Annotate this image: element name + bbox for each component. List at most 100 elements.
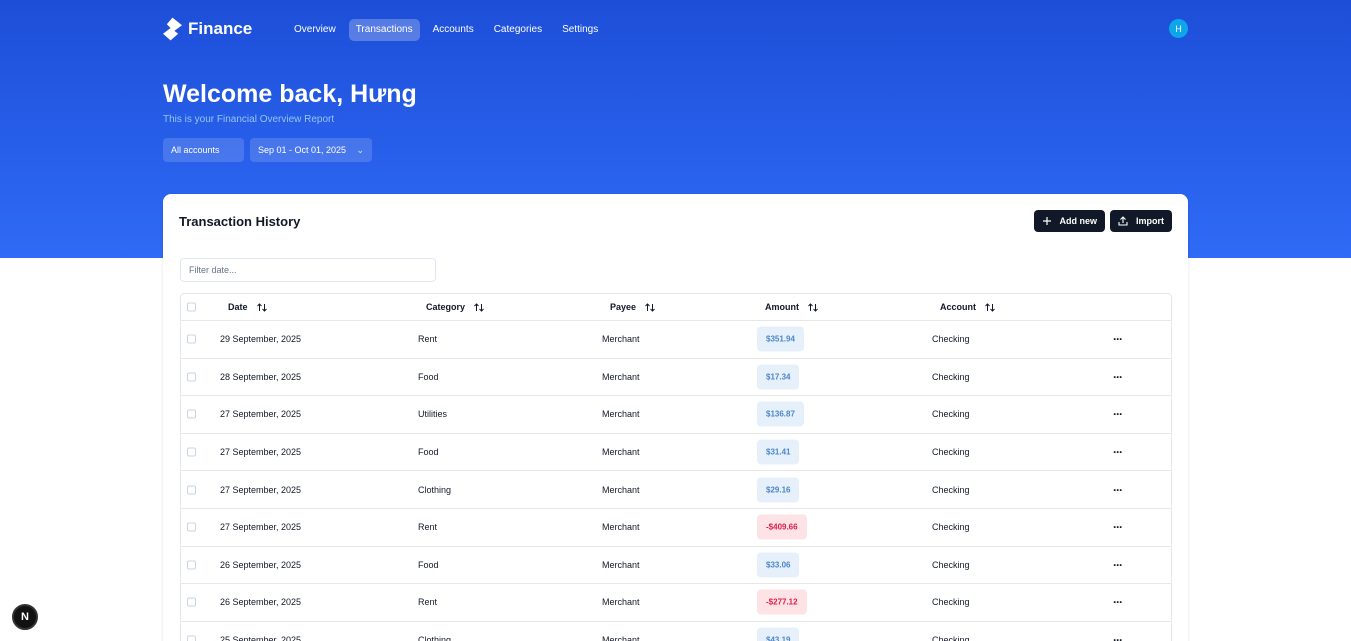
amount-badge: $17.34 [757,364,800,390]
more-actions-icon[interactable]: ··· [1113,483,1123,497]
more-actions-icon[interactable]: ··· [1113,520,1123,534]
transactions-table: Date Category Payee Amount Account 29 Se… [180,293,1172,641]
app-logo[interactable]: Finance [163,17,252,41]
date-cell: 26 September, 2025 [220,559,302,570]
top-nav: Finance Overview Transactions Accounts C… [163,16,1188,44]
account-cell: Checking [932,635,970,641]
select-all-checkbox[interactable] [187,302,196,312]
row-checkbox[interactable] [187,522,196,532]
date-range-picker[interactable]: Sep 01 - Oct 01, 2025 ⌄ [250,138,372,162]
category-cell: Clothing [418,484,452,495]
card-title: Transaction History [179,214,301,229]
filter-date-input[interactable] [180,258,436,282]
plus-icon [1042,217,1051,225]
category-cell: Rent [418,597,438,608]
account-column-header[interactable]: Account [940,302,995,312]
category-cell: Food [418,559,439,570]
amount-badge: $351.94 [757,326,804,352]
category-cell: Clothing [418,635,452,641]
column-header-label: Payee [610,302,637,312]
category-cell: Rent [418,334,438,345]
table-row[interactable]: 26 September, 2025 Food Merchant $33.06 Chec… [181,547,1171,585]
amount-badge: $33.06 [757,552,800,578]
date-cell: 28 September, 2025 [220,371,302,382]
row-checkbox[interactable] [187,597,196,607]
table-row[interactable]: 27 September, 2025 Food Merchant $31.41 Chec… [181,434,1171,472]
main-menu: Overview Transactions Accounts Categorie… [287,19,605,41]
table-row[interactable]: 26 September, 2025 Rent Merchant -$277.12 Ch… [181,584,1171,622]
account-cell: Checking [932,559,970,570]
amount-badge: $43.19 [757,627,800,641]
column-header-label: Date [228,302,248,312]
date-cell: 29 September, 2025 [220,334,302,345]
account-cell: Checking [932,447,970,458]
column-header-label: Category [426,302,466,312]
amount-cell: $17.34 [757,364,800,390]
account-select[interactable]: All accounts [163,138,244,162]
account-select-value: All accounts [171,145,220,155]
payee-column-header[interactable]: Payee [610,302,655,312]
payee-cell: Merchant [602,522,640,533]
row-checkbox[interactable] [187,635,196,641]
amount-cell: -$409.66 [757,514,807,540]
column-header-label: Amount [765,302,799,312]
amount-badge: -$277.12 [757,589,807,615]
date-column-header[interactable]: Date [228,302,267,312]
payee-cell: Merchant [602,371,640,382]
category-cell: Rent [418,522,438,533]
more-actions-icon[interactable]: ··· [1113,407,1123,421]
account-cell: Checking [932,597,970,608]
row-checkbox[interactable] [187,372,196,382]
more-actions-icon[interactable]: ··· [1113,558,1123,572]
column-header-label: Account [940,302,976,312]
amount-column-header[interactable]: Amount [765,302,818,312]
date-cell: 27 September, 2025 [220,409,302,420]
table-row[interactable]: 29 September, 2025 Rent Merchant $351.94 Che… [181,321,1171,359]
card-actions: Add new Import [1033,210,1172,232]
chevron-down-icon: ⌄ [356,144,364,155]
row-checkbox[interactable] [187,334,196,344]
more-actions-icon[interactable]: ··· [1113,445,1123,459]
nav-accounts[interactable]: Accounts [426,19,481,41]
sort-icon [985,302,995,312]
more-actions-icon[interactable]: ··· [1113,332,1123,346]
more-actions-icon[interactable]: ··· [1113,370,1123,384]
category-column-header[interactable]: Category [426,302,484,312]
nav-transactions[interactable]: Transactions [348,19,420,41]
sort-icon [645,302,655,312]
add-new-label: Add new [1059,216,1098,226]
date-cell: 27 September, 2025 [220,484,302,495]
nav-overview[interactable]: Overview [287,19,343,41]
report-filters: All accounts Sep 01 - Oct 01, 2025 ⌄ [163,138,372,162]
payee-cell: Merchant [602,597,640,608]
date-cell: 25 September, 2025 [220,635,302,641]
import-label: Import [1136,216,1164,226]
date-cell: 27 September, 2025 [220,522,302,533]
transaction-history-card: Transaction History Add new Import Date … [163,194,1188,641]
table-row[interactable]: 25 September, 2025 Clothing Merchant $43.19… [181,622,1171,641]
finance-logo-icon [163,17,182,41]
import-button[interactable]: Import [1110,210,1172,232]
add-new-button[interactable]: Add new [1033,210,1105,232]
more-actions-icon[interactable]: ··· [1113,595,1123,609]
row-checkbox[interactable] [187,560,196,570]
category-cell: Food [418,371,439,382]
nav-categories[interactable]: Categories [487,19,549,41]
row-checkbox[interactable] [187,447,196,457]
nav-settings[interactable]: Settings [555,19,605,41]
category-cell: Food [418,447,439,458]
overview-subtitle: This is your Financial Overview Report [163,114,335,125]
table-row[interactable]: 28 September, 2025 Food Merchant $17.34 Chec… [181,359,1171,397]
row-checkbox[interactable] [187,485,196,495]
more-actions-icon[interactable]: ··· [1113,633,1123,641]
user-avatar[interactable]: H [1169,19,1188,38]
amount-cell: -$277.12 [757,589,807,615]
app-name: Finance [188,19,253,38]
account-cell: Checking [932,334,970,345]
table-row[interactable]: 27 September, 2025 Clothing Merchant $29.16… [181,471,1171,509]
row-checkbox[interactable] [187,409,196,419]
sort-icon [256,302,267,312]
table-row[interactable]: 27 September, 2025 Rent Merchant -$409.66 Ch… [181,509,1171,547]
table-row[interactable]: 27 September, 2025 Utilities Merchant $136.… [181,396,1171,434]
dev-tools-badge[interactable]: N [12,604,38,630]
